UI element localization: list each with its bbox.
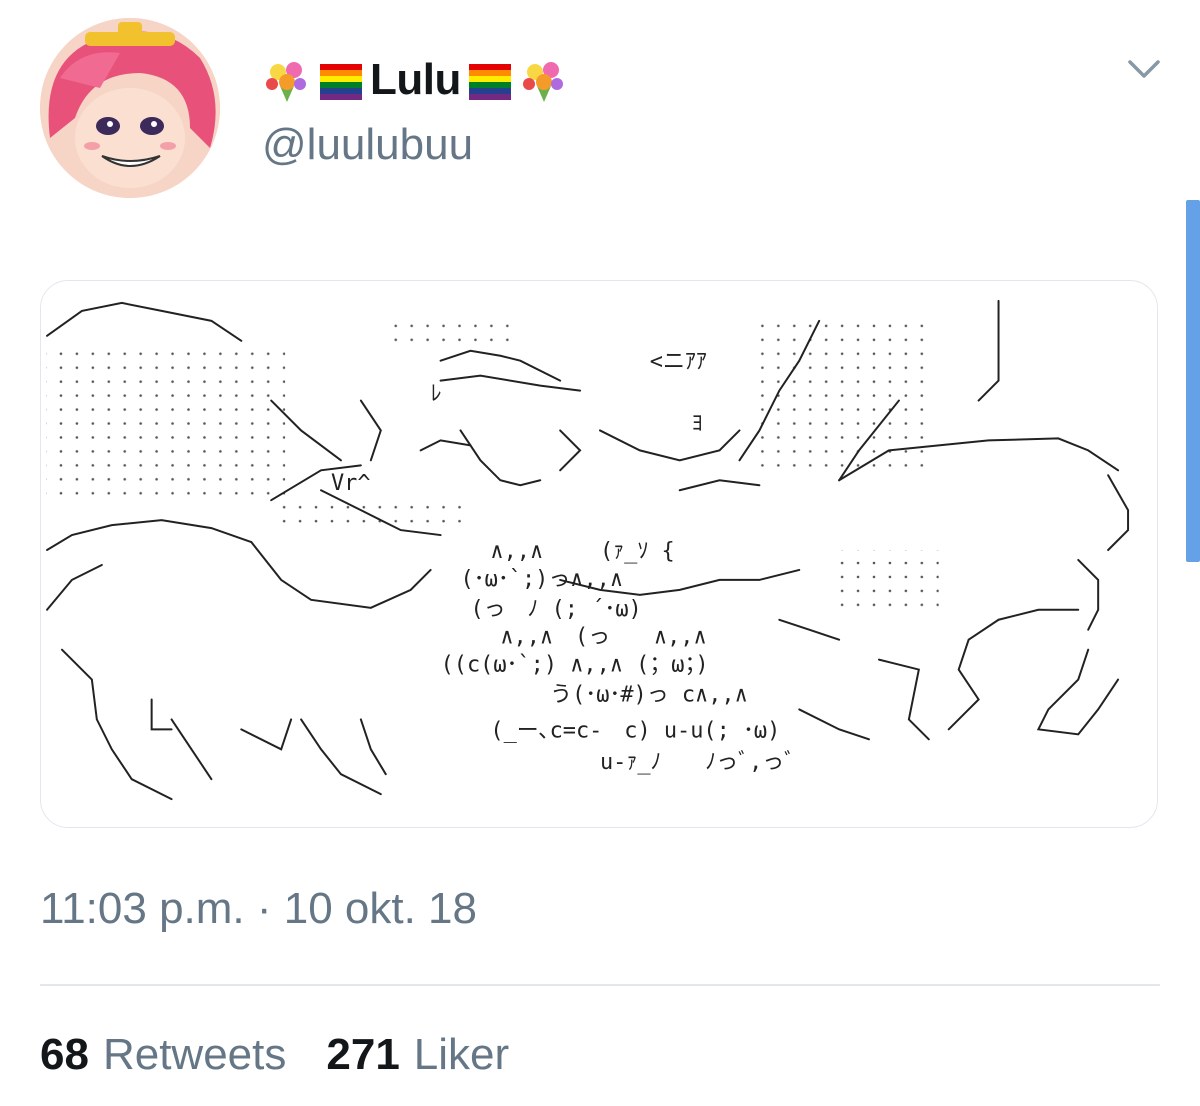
ascii-art-image: ∧,,∧ (ｧ_ｿ { (･ω･`;)っ∧,,∧ (っ ﾉ (; ´･ω) ∧,… [46,299,1130,801]
aa-line: Vr^ [331,471,371,496]
display-name-row[interactable]: Lulu [262,52,569,108]
likes-count: 271 [326,1030,400,1079]
aa-line: ∧,,∧ [490,539,543,564]
likes-label: Liker [413,1030,510,1079]
display-name: Lulu [370,55,461,104]
aa-line: (っ ﾉ (; ´･ω) [470,597,641,622]
retweets-label: Retweets [102,1030,287,1079]
scrollbar[interactable] [1186,200,1200,562]
bouquet-icon [262,56,312,104]
retweets-count: 68 [40,1030,89,1079]
tweet-image[interactable]: ∧,,∧ (ｧ_ｿ { (･ω･`;)っ∧,,∧ (っ ﾉ (; ´･ω) ∧,… [40,280,1158,828]
aa-line: (ｧ_ｿ { [600,539,675,564]
user-handle[interactable]: @luulubuu [262,120,473,170]
retweets-stat[interactable]: 68 Retweets [40,1030,286,1080]
tweet-stats: 68 Retweets 271 Liker [40,1030,549,1080]
aa-line: ﾖ [692,411,703,436]
aa-line: ((c(ω･`;) ∧,,∧ (；ω；) [441,653,709,678]
rainbow-flag-icon [465,56,515,104]
aa-line: (_ー､c=c- c) u-u(; ･ω) [490,718,780,743]
aa-line: <ニｱｱ [650,350,707,375]
aa-line: う(･ω･#)っ c∧,,∧ [550,682,748,707]
aa-line: ﾚ [431,382,442,407]
aa-line: ∧,,∧ (っ ∧,,∧ [500,625,706,650]
chevron-down-icon[interactable] [1124,50,1164,86]
avatar[interactable] [40,18,220,198]
avatar-illustration [40,18,220,198]
bouquet-icon [519,56,569,104]
aa-line: u-ｧ_ﾉ ﾉっﾞ,っﾞ [600,750,795,775]
likes-stat[interactable]: 271 Liker [326,1030,509,1080]
tweet-timestamp[interactable]: 11:03 p.m. · 10 okt. 18 [40,884,477,934]
divider [40,984,1160,986]
rainbow-flag-icon [316,56,366,104]
aa-line: (･ω･`;)っ∧,,∧ [461,567,624,592]
